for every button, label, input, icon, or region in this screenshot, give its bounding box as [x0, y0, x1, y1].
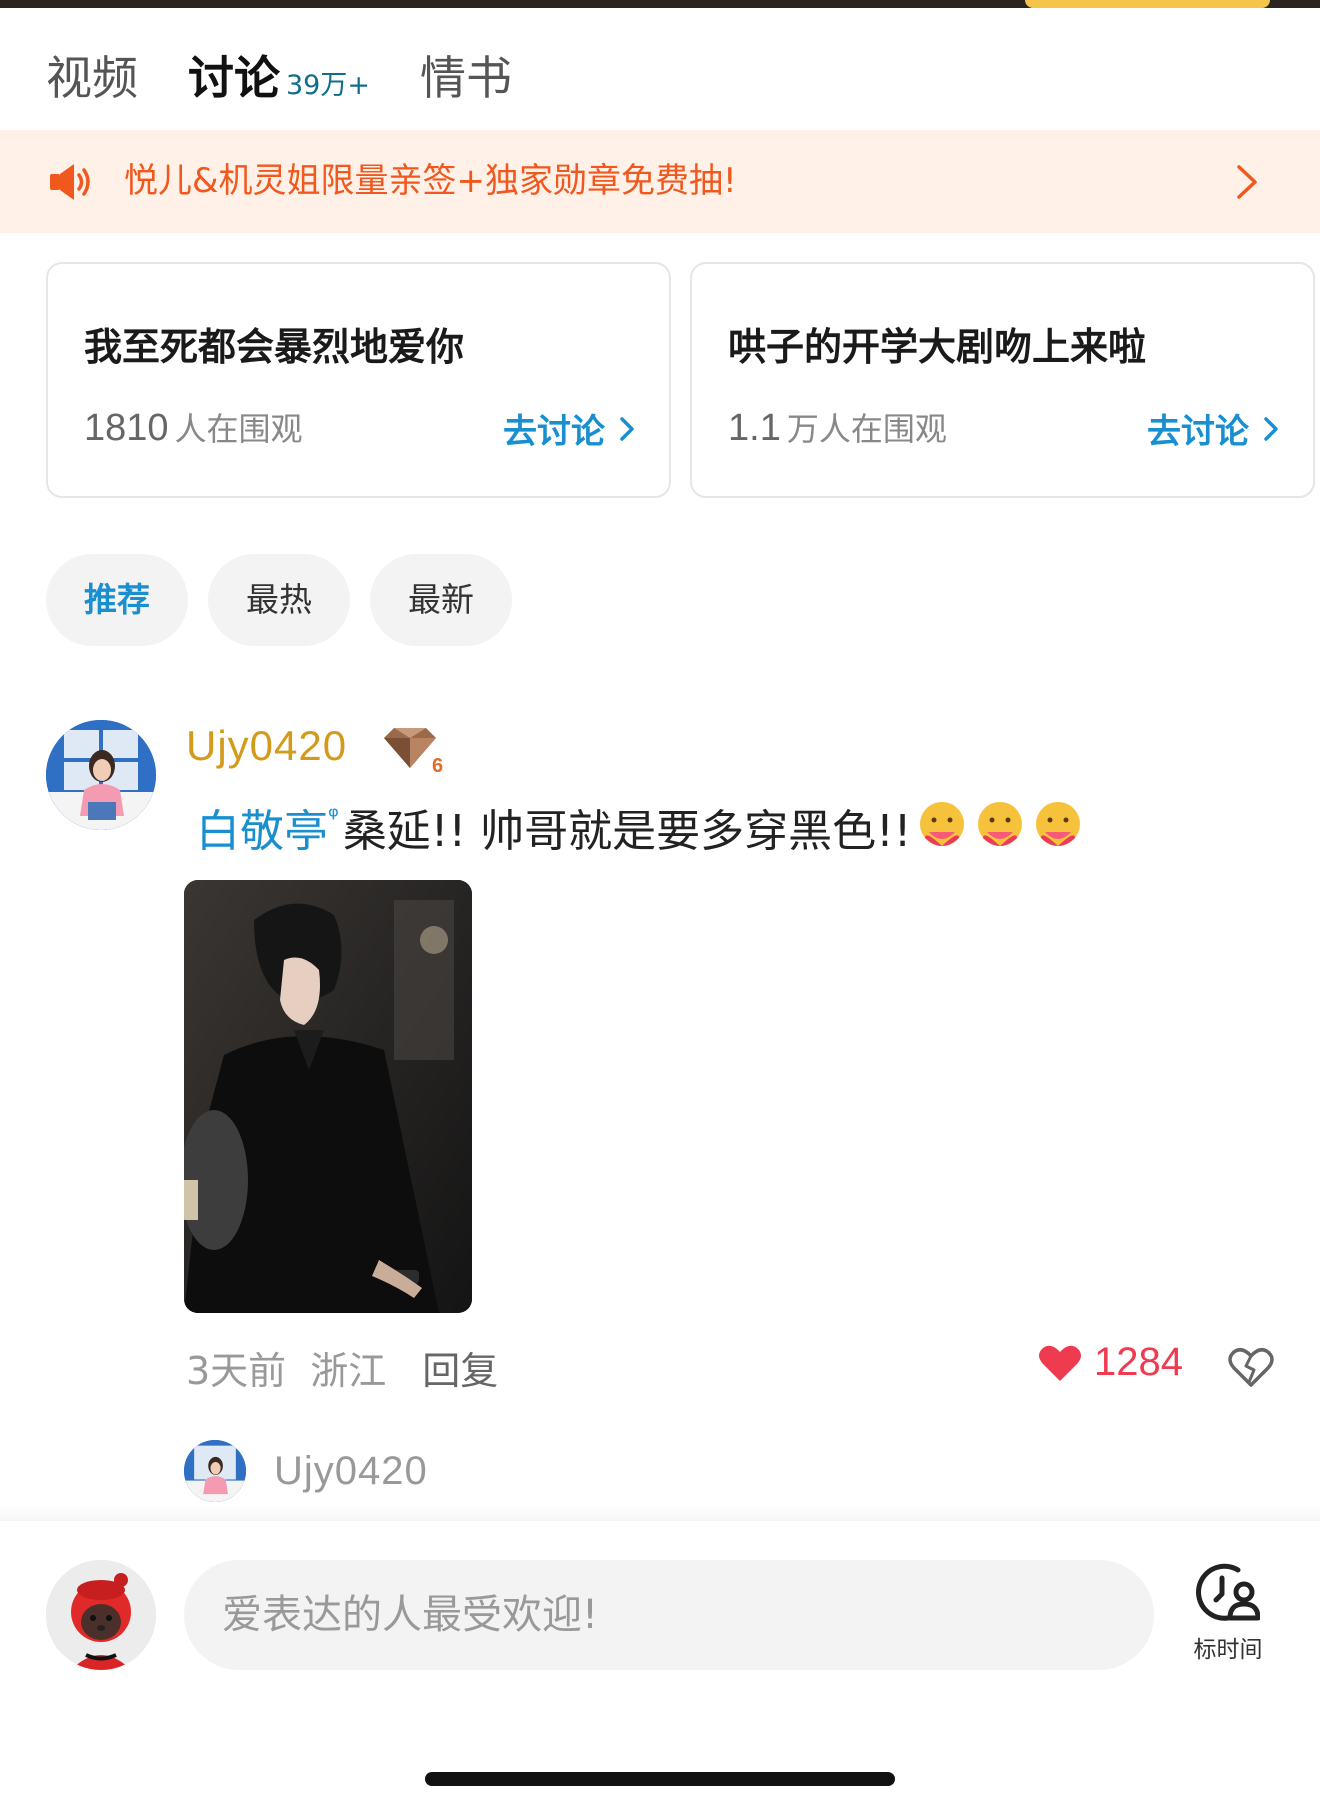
top-sliver: [0, 0, 1320, 8]
timestamp-label: 标时间: [1193, 1637, 1263, 1663]
tab-love-letters-label: 情书: [419, 51, 512, 105]
comment-photo[interactable]: [184, 880, 472, 1313]
comment-location: 浙江: [310, 1349, 387, 1393]
sort-filters: 推荐 最热 最新: [46, 554, 532, 646]
tab-discussion-label: 讨论: [188, 51, 280, 105]
level-badge-icon: 6: [384, 728, 443, 776]
level-number: 6: [432, 755, 443, 776]
avatar: [184, 1440, 246, 1502]
topic-viewers: 1810 人在围观: [84, 404, 303, 450]
heart-icon: [1039, 1345, 1081, 1381]
topic-card[interactable]: 我至死都会暴烈地爱你 1810 人在围观 去讨论: [46, 262, 671, 498]
hug-emoji-icon: [920, 802, 965, 846]
go-discuss-label: 去讨论: [503, 412, 605, 452]
tab-discussion[interactable]: 讨论 39万+: [188, 42, 370, 108]
topic-title: 哄子的开学大剧吻上来啦: [728, 325, 1147, 369]
sub-reply[interactable]: Ujy0420: [184, 1440, 428, 1502]
comment-input[interactable]: [184, 1560, 1154, 1670]
tab-love-letters[interactable]: 情书: [420, 42, 512, 108]
tab-videos-label: 视频: [46, 51, 138, 105]
reply-button[interactable]: 回复: [422, 1340, 498, 1395]
tab-discussion-count: 39万+: [286, 70, 370, 101]
chevron-right-icon: [620, 416, 634, 441]
go-discuss-button[interactable]: 去讨论: [1147, 404, 1279, 453]
topic-viewers: 1.1 万人在围观: [728, 404, 947, 450]
comment-username[interactable]: Ujy0420: [186, 722, 347, 770]
sub-reply-username: Ujy0420: [274, 1448, 428, 1493]
chevron-right-icon: [1237, 165, 1257, 199]
topic-title: 我至死都会暴烈地爱你: [84, 325, 465, 369]
filter-newest[interactable]: 最新: [370, 554, 512, 646]
like-count: 1284: [1094, 1340, 1183, 1384]
my-avatar[interactable]: [46, 1560, 156, 1670]
go-discuss-label: 去讨论: [1147, 412, 1249, 452]
comment-text: 白敬亭 ᵠ 桑延!! 帅哥就是要多穿黑色!!: [196, 795, 1085, 859]
topic-viewer-count: 1.1: [728, 407, 781, 449]
hug-emoji-icon: [978, 802, 1023, 846]
announcement-banner[interactable]: 悦儿&机灵姐限量亲签+独家勋章免费抽!: [0, 130, 1320, 233]
search-icon: ᵠ: [328, 802, 339, 832]
topic-viewer-label: 万人在围观: [786, 410, 947, 448]
broken-heart-icon[interactable]: [1228, 1346, 1274, 1388]
topic-viewer-count: 1810: [84, 407, 169, 449]
like-button[interactable]: 1284: [1038, 1340, 1183, 1385]
filter-hottest[interactable]: 最热: [208, 554, 350, 646]
topic-viewer-label: 人在围观: [174, 410, 303, 448]
timestamp-icon: [1196, 1563, 1261, 1621]
home-indicator: [425, 1772, 895, 1786]
tab-videos[interactable]: 视频: [46, 42, 138, 108]
hug-emoji-icon: [1036, 802, 1081, 846]
timestamp-button[interactable]: 标时间: [1186, 1562, 1270, 1664]
go-discuss-button[interactable]: 去讨论: [503, 404, 635, 453]
mention-link[interactable]: 白敬亭: [196, 795, 328, 859]
banner-text: 悦儿&机灵姐限量亲签+独家勋章免费抽!: [124, 161, 737, 201]
chevron-right-icon: [1264, 416, 1278, 441]
content-tabs: 视频 讨论 39万+ 情书: [46, 40, 562, 110]
comment-body: 桑延!! 帅哥就是要多穿黑色!!: [342, 806, 912, 857]
comment-meta: 3天前 浙江 回复: [186, 1340, 498, 1395]
comment-time: 3天前: [186, 1349, 287, 1393]
page: 视频 讨论 39万+ 情书 悦儿&机灵姐限量亲签+独家勋章免费抽! 我至死都会暴…: [0, 0, 1320, 1811]
topic-card[interactable]: 哄子的开学大剧吻上来啦 1.1 万人在围观 去讨论: [690, 262, 1315, 498]
avatar[interactable]: [46, 720, 156, 830]
filter-recommended[interactable]: 推荐: [46, 554, 188, 646]
speaker-icon: [50, 164, 90, 200]
